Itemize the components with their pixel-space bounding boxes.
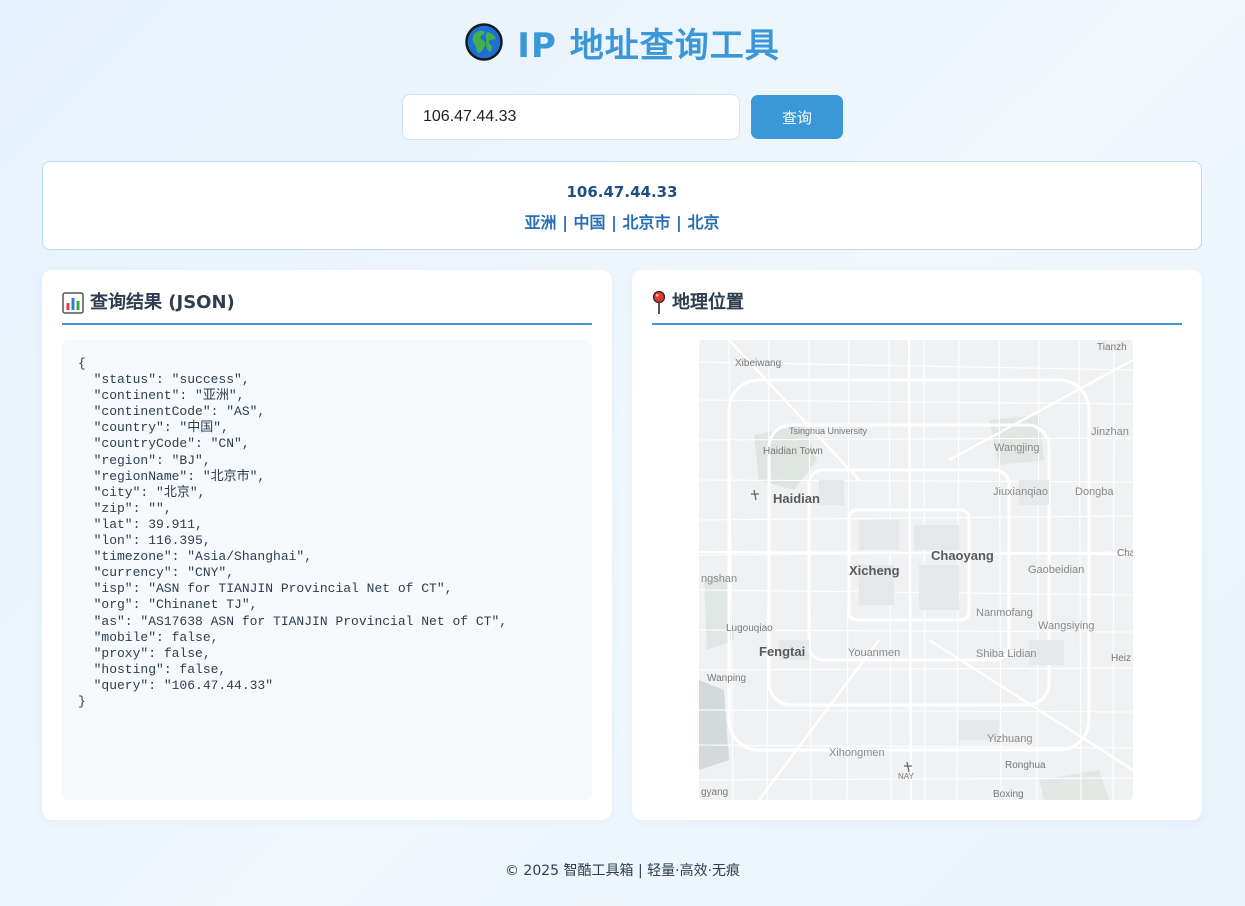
map-label-tsinghua: Tsinghua University (789, 426, 868, 436)
pin-icon (652, 291, 666, 314)
map-label-ronghua: Ronghua (1005, 760, 1046, 771)
json-card-header: 查询结果 (JSON) (62, 290, 592, 325)
globe-icon (465, 23, 504, 61)
map-label-jinzhan: Jinzhan (1091, 426, 1129, 438)
summary-location: 亚洲 | 中国 | 北京市 | 北京 (524, 213, 720, 232)
json-card-title: 查询结果 (JSON) (90, 292, 235, 313)
location-map[interactable]: Xibeiwang Tianzh Tsinghua University Hai… (699, 340, 1133, 800)
map-label-dongba: Dongba (1075, 486, 1114, 498)
map-card: 地理位置 Xibeiwang Tianzh Tsinghua Universit… (632, 270, 1202, 820)
map-label-boxing: Boxing (993, 789, 1024, 800)
footer: © 2025 智酷工具箱 | 轻量·高效·无痕 (504, 863, 741, 879)
map-label-haidian: Haidian (773, 491, 820, 506)
map-label-wangjing: Wangjing (994, 442, 1040, 454)
map-label-tianzh: Tianzh (1097, 342, 1127, 353)
map-label-nay: NAY (898, 772, 914, 781)
map-label-jiuxianqiao: Jiuxianqiao (993, 486, 1049, 498)
map-card-title: 地理位置 (672, 292, 744, 313)
map-label-gaobeidian: Gaobeidian (1028, 564, 1085, 576)
map-label-xicheng: Xicheng (849, 563, 900, 578)
map-label-shiba-lidian: Shiba Lidian (976, 648, 1037, 660)
map-label-wanping: Wanping (707, 673, 747, 684)
map-card-header: 地理位置 (652, 290, 1182, 325)
map-label-fengtai: Fengtai (759, 644, 806, 659)
map-label-gyang: gyang (701, 787, 729, 798)
map-label-wangsiying: Wangsiying (1038, 620, 1095, 632)
query-button[interactable]: 查询 (751, 95, 843, 139)
map-label-heiz: Heiz (1111, 653, 1132, 664)
header: IP 地址查询工具 (0, 20, 1245, 66)
map-label-ngshan: ngshan (701, 573, 738, 585)
map-label-youanmen: Youanmen (848, 647, 901, 659)
page: IP 地址查询工具 查询 106.47.44.33 亚洲 | 中国 | 北京市 … (0, 0, 1245, 906)
page-title: IP 地址查询工具 (517, 25, 780, 66)
map-label-lugouqiao: Lugouqiao (726, 623, 773, 634)
bar-chart-icon (62, 292, 84, 314)
result-summary: 106.47.44.33 亚洲 | 中国 | 北京市 | 北京 (42, 161, 1202, 250)
search-bar: 查询 (402, 94, 844, 140)
map-label-xihongmen: Xihongmen (829, 747, 885, 759)
json-result-card: 查询结果 (JSON) { "status": "success", "cont… (42, 270, 612, 820)
summary-ip: 106.47.44.33 (566, 183, 678, 201)
map-label-yizhuang: Yizhuang (987, 733, 1033, 745)
map-label-cha: Cha (1117, 548, 1133, 559)
json-output[interactable]: { "status": "success", "continent": "亚洲"… (62, 340, 592, 800)
ip-search-input[interactable] (402, 94, 740, 140)
map-label-xibeiwang: Xibeiwang (735, 358, 782, 369)
map-label-haidian-town: Haidian Town (763, 446, 823, 457)
map-label-nanmofang: Nanmofang (976, 607, 1033, 619)
map-label-chaoyang: Chaoyang (931, 548, 994, 563)
json-text: { "status": "success", "continent": "亚洲"… (78, 356, 508, 709)
